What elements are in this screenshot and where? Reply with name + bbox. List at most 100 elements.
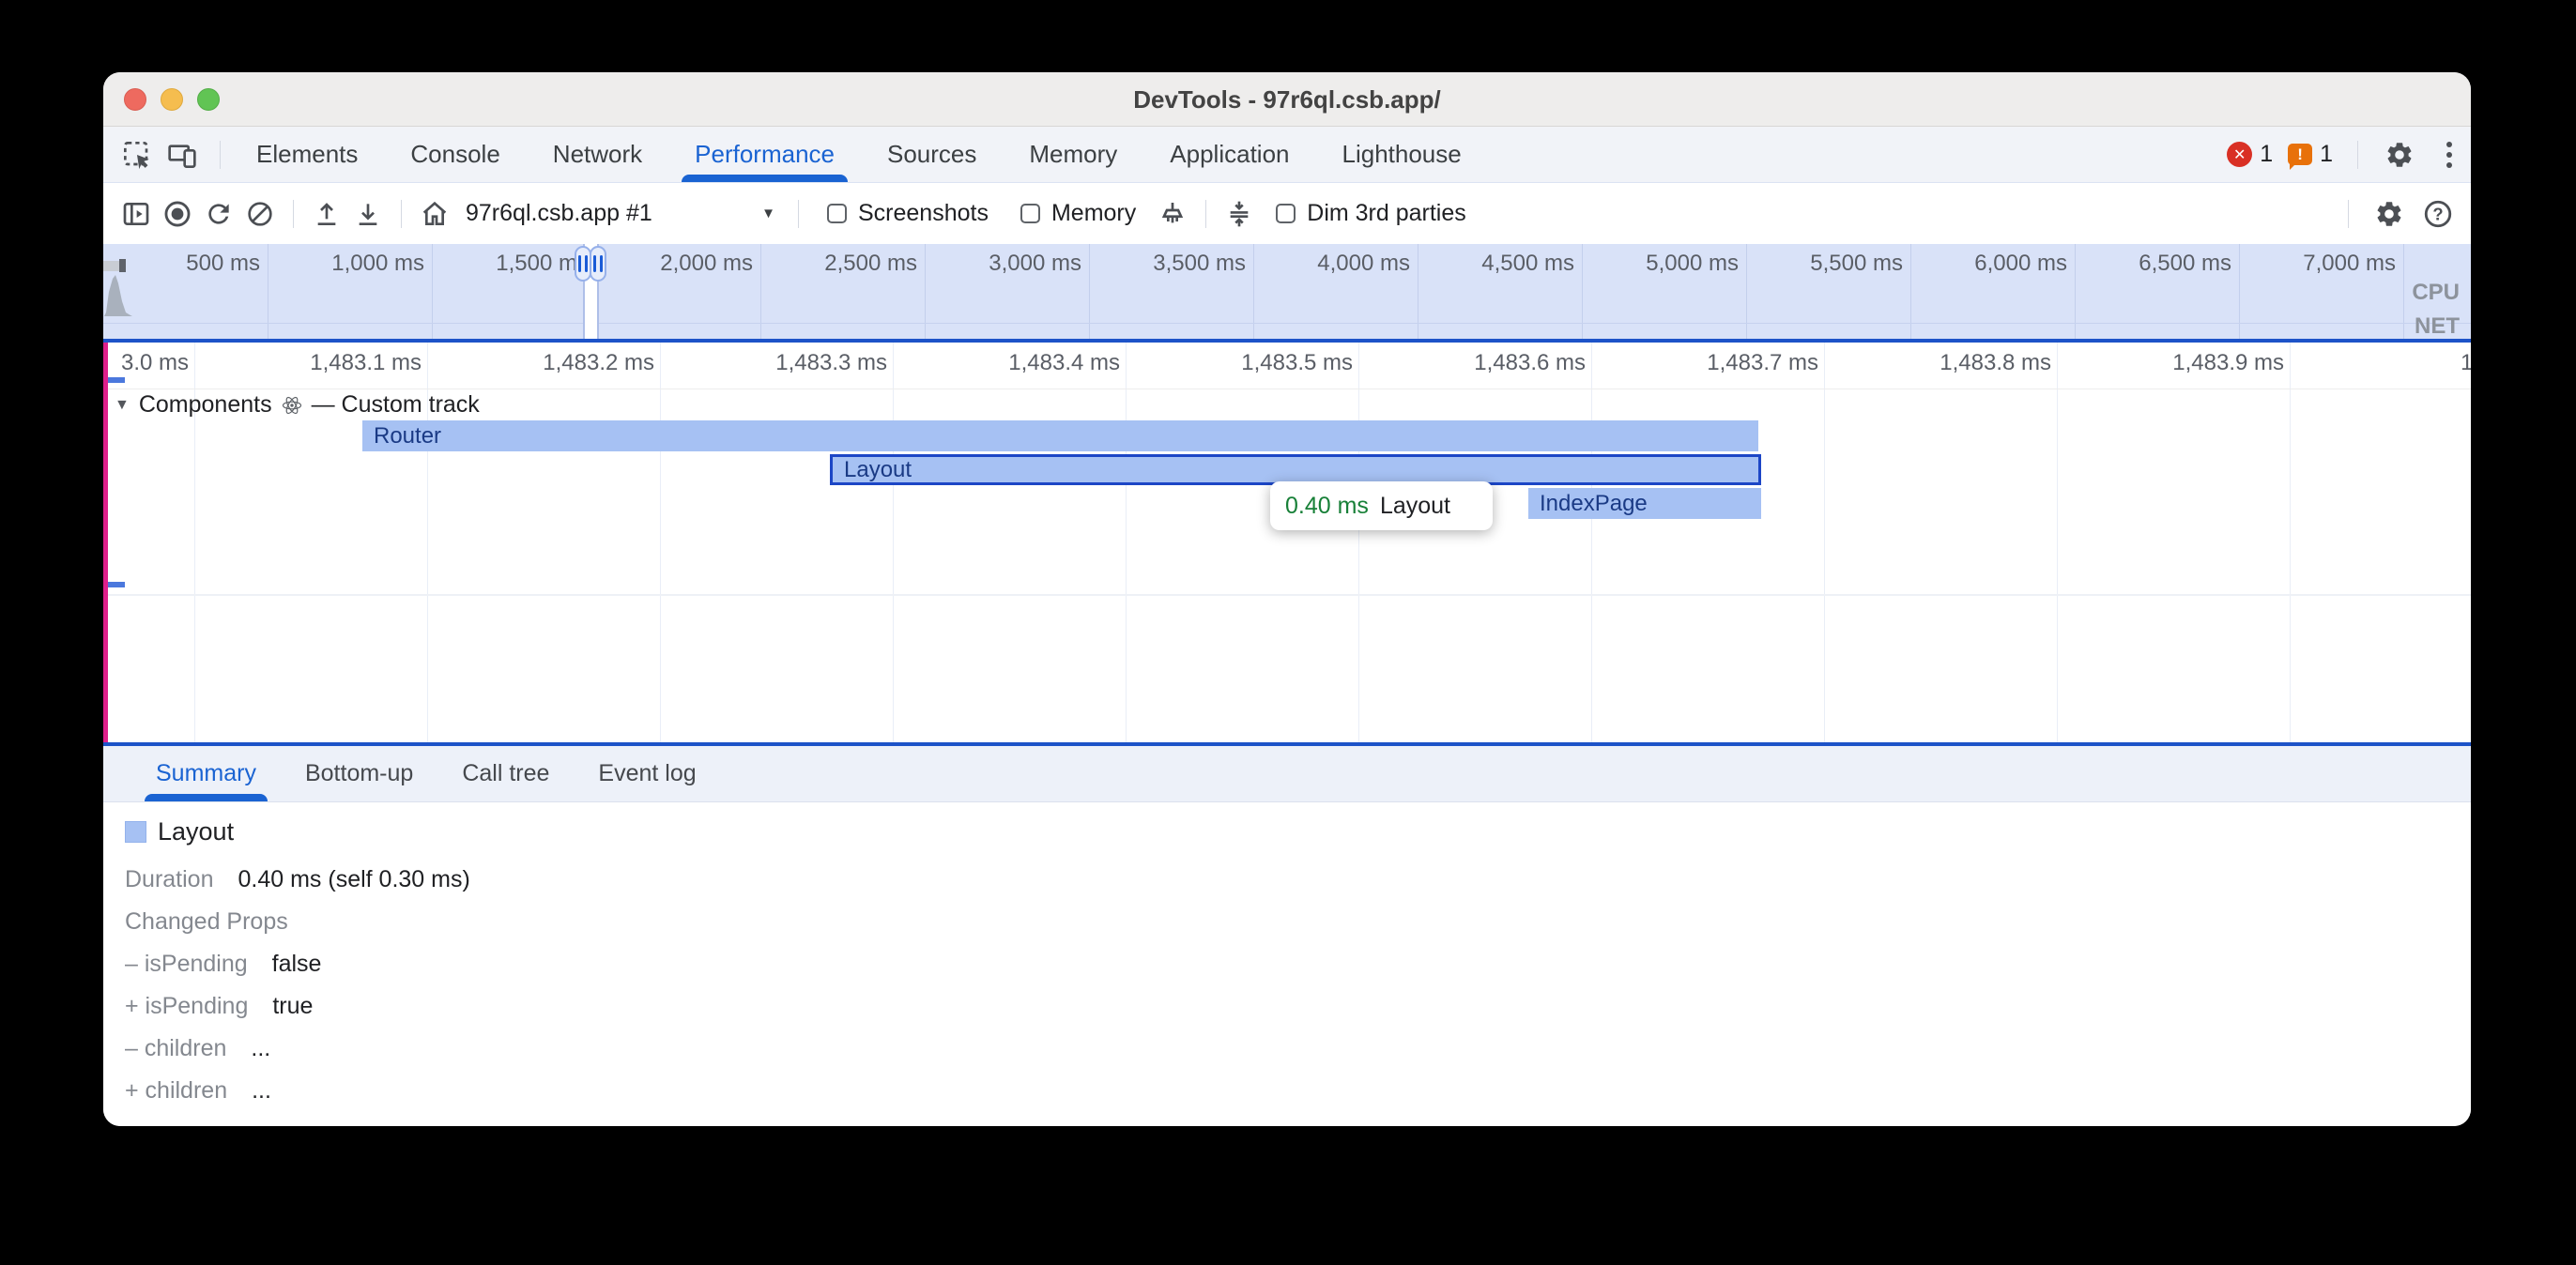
collapse-triangle-icon[interactable]: ▼: [115, 397, 130, 414]
titlebar: DevTools - 97r6ql.csb.app/: [103, 72, 2471, 127]
detail-ruler-label: 1,483.1 ms: [310, 350, 422, 376]
summary-panel: Layout Duration 0.40 ms (self 0.30 ms) Cha…: [103, 802, 2471, 1126]
overview-ruler-label: 6,500 ms: [2139, 251, 2231, 277]
gridline: [1591, 343, 1592, 742]
overview-ruler-label: 4,000 ms: [1317, 251, 1410, 277]
summary-row-value: false: [272, 950, 322, 978]
device-toolbar-icon[interactable]: [165, 138, 199, 172]
gridline: [1126, 343, 1127, 742]
clear-icon[interactable]: [242, 196, 278, 232]
gridline: [893, 343, 894, 742]
screenshots-checkbox[interactable]: Screenshots: [827, 200, 989, 227]
overview-ruler-label: 1,000 ms: [331, 251, 424, 277]
more-options-icon[interactable]: [2443, 138, 2456, 172]
inspect-icon[interactable]: [120, 138, 154, 172]
panel-tabs: Elements Console Network Performance Sources…: [230, 127, 1488, 182]
tab-memory[interactable]: Memory: [1029, 127, 1117, 182]
tab-call-tree[interactable]: Call tree: [462, 746, 549, 801]
tab-elements[interactable]: Elements: [256, 127, 358, 182]
summary-row: + children...: [125, 1076, 2471, 1105]
overview-ruler-label: 3,000 ms: [989, 251, 1081, 277]
gridline: [2290, 343, 2291, 742]
summary-row: Duration 0.40 ms (self 0.30 ms): [125, 865, 2471, 893]
target-selector-value: 97r6ql.csb.app #1: [466, 200, 652, 227]
tabbar-right: ✕ 1 ! 1: [2227, 127, 2456, 182]
flamechart[interactable]: 3.0 ms1,483.1 ms1,483.2 ms1,483.3 ms1,48…: [103, 343, 2471, 746]
tab-summary[interactable]: Summary: [156, 746, 256, 801]
download-profile-icon[interactable]: [350, 196, 386, 232]
tab-application[interactable]: Application: [1170, 127, 1289, 182]
tab-sources[interactable]: Sources: [887, 127, 976, 182]
target-selector[interactable]: 97r6ql.csb.app #1 ▼: [466, 200, 775, 227]
tab-performance[interactable]: Performance: [695, 127, 835, 182]
checkbox-box: [1020, 204, 1040, 223]
overview-ruler-label: 5,000 ms: [1646, 251, 1739, 277]
track-header[interactable]: ▼ Components — Custom track: [115, 391, 480, 419]
summary-row-value: 0.40 ms (self 0.30 ms): [238, 865, 470, 893]
garbage-collect-icon[interactable]: [1155, 196, 1190, 232]
gridline: [2075, 244, 2076, 343]
issue-icon: !: [2288, 144, 2312, 165]
checkbox-box: [1276, 204, 1296, 223]
perf-settings-gear-icon[interactable]: [2371, 196, 2407, 232]
checkbox-label: Dim 3rd parties: [1307, 200, 1466, 227]
dim-3rd-parties-checkbox[interactable]: Dim 3rd parties: [1276, 200, 1466, 227]
track-subtitle: — Custom track: [312, 391, 480, 419]
upload-profile-icon[interactable]: [309, 196, 345, 232]
gridline: [660, 343, 661, 742]
event-indexpage[interactable]: IndexPage: [1528, 488, 1761, 519]
clipped-event-fragment: [108, 582, 125, 587]
overview-ruler: 500 ms1,000 ms1,500 ms2,000 ms2,500 ms3,…: [103, 244, 2471, 343]
checkbox-label: Memory: [1051, 200, 1136, 227]
tab-console[interactable]: Console: [410, 127, 499, 182]
detail-ruler-label: 1,483.8 ms: [1940, 350, 2051, 376]
home-icon[interactable]: [417, 196, 452, 232]
memory-checkbox[interactable]: Memory: [1020, 200, 1136, 227]
detail-ruler-label: 1,483.4 ms: [1008, 350, 1120, 376]
error-badge[interactable]: ✕ 1: [2227, 141, 2273, 168]
divider: [1205, 200, 1206, 228]
tooltip-duration: 0.40 ms: [1285, 493, 1369, 520]
gridline: [1089, 244, 1090, 343]
record-icon[interactable]: [160, 196, 195, 232]
capture-settings-icon[interactable]: [1221, 196, 1257, 232]
summary-title: Layout: [158, 817, 234, 846]
summary-row: – children...: [125, 1034, 2471, 1062]
summary-row-label: Changed Props: [125, 907, 288, 936]
gridline: [1746, 244, 1747, 343]
summary-row-label: + isPending: [125, 992, 248, 1020]
tooltip-title: Layout: [1380, 493, 1450, 520]
overview-ruler-label: 2,000 ms: [660, 251, 753, 277]
reload-record-icon[interactable]: [201, 196, 237, 232]
overview-ruler-label: 500 ms: [186, 251, 260, 277]
main-tabbar: Elements Console Network Performance Sources…: [103, 127, 2471, 183]
event-tooltip: 0.40 ms Layout: [1270, 481, 1493, 530]
divider: [2357, 141, 2358, 169]
event-router[interactable]: Router: [362, 420, 1758, 451]
event-color-swatch: [125, 821, 146, 843]
selection-handle-right[interactable]: [590, 246, 606, 282]
detail-ruler-label: 3.0 ms: [121, 350, 189, 376]
toggle-sidebar-icon[interactable]: [118, 196, 154, 232]
overview-ruler-label: 7,000 ms: [2303, 251, 2396, 277]
overview-ruler-label: 3,500 ms: [1153, 251, 1246, 277]
issues-badge[interactable]: ! 1: [2288, 141, 2333, 168]
help-icon[interactable]: ?: [2420, 196, 2456, 232]
summary-row: – isPendingfalse: [125, 950, 2471, 978]
detail-ruler-label: 1,484: [2461, 350, 2471, 376]
clipped-event-fragment: [108, 377, 125, 383]
timeline-overview[interactable]: 500 ms1,000 ms1,500 ms2,000 ms2,500 ms3,…: [103, 244, 2471, 343]
gridline: [1910, 244, 1911, 343]
summary-rows: Duration 0.40 ms (self 0.30 ms) Changed Pr…: [125, 865, 2471, 1105]
tab-bottom-up[interactable]: Bottom-up: [305, 746, 413, 801]
detail-ruler-label: 1,483.3 ms: [775, 350, 887, 376]
summary-row-value: true: [272, 992, 313, 1020]
detail-ruler-label: 1,483.7 ms: [1707, 350, 1818, 376]
checkbox-label: Screenshots: [858, 200, 989, 227]
settings-gear-icon[interactable]: [2383, 138, 2416, 172]
tab-event-log[interactable]: Event log: [598, 746, 696, 801]
summary-row-label: Duration: [125, 865, 214, 893]
screenshot-chip: [103, 261, 119, 271]
tab-network[interactable]: Network: [553, 127, 642, 182]
tab-lighthouse[interactable]: Lighthouse: [1342, 127, 1462, 182]
